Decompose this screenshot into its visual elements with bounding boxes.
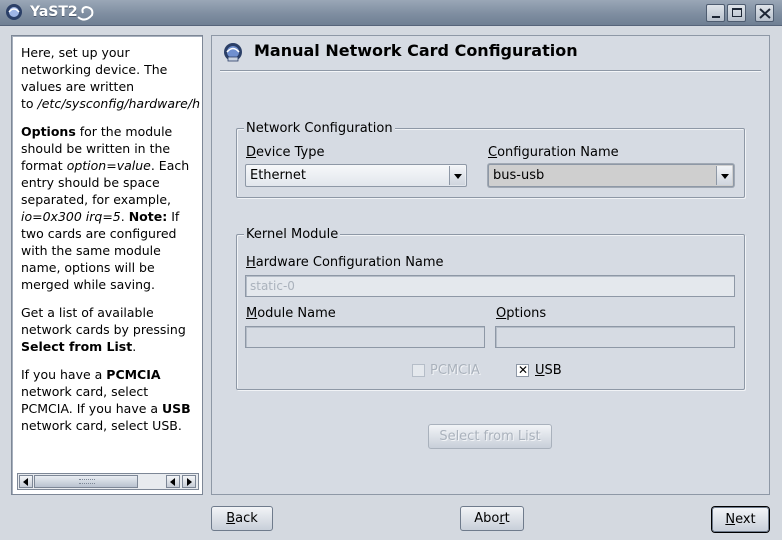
network-configuration-group xyxy=(236,128,745,198)
close-icon[interactable] xyxy=(755,4,774,22)
kernel-module-title: Kernel Module xyxy=(244,227,341,242)
module-name-label: Module Name xyxy=(246,306,336,321)
help-paragraph-select-list: Get a list of available network cards by… xyxy=(21,305,186,354)
configuration-name-label: Configuration Name xyxy=(488,145,619,160)
pcmcia-checkbox[interactable] xyxy=(412,364,425,377)
help-config-path: /etc/sysconfig/hardware/h xyxy=(37,96,201,111)
device-type-label: Device Type xyxy=(246,145,325,160)
network-configuration-title: Network Configuration xyxy=(244,121,395,136)
back-button[interactable]: Back xyxy=(211,506,273,531)
device-type-combobox[interactable]: Ethernet xyxy=(245,164,467,187)
help-panel[interactable]: Here, set up your networking device. The… xyxy=(11,35,203,495)
pcmcia-label: PCMCIA xyxy=(430,363,480,378)
select-from-list-button[interactable]: Select from List xyxy=(428,424,552,449)
scroll-left-icon[interactable] xyxy=(19,475,33,488)
next-button[interactable]: Next xyxy=(712,507,769,532)
maximize-icon[interactable] xyxy=(727,4,746,22)
usb-checkbox[interactable]: ✕ xyxy=(516,363,529,377)
window-title: YaST2 xyxy=(30,4,78,20)
help-text: Here, set up your networking device. The… xyxy=(21,44,201,469)
configuration-name-combobox[interactable]: bus-usb xyxy=(488,164,734,187)
module-name-input[interactable] xyxy=(245,326,485,348)
hardware-configuration-name-input[interactable]: static-0 xyxy=(245,275,735,297)
help-paragraph-options: Options for the module should be written… xyxy=(21,124,190,292)
abort-button[interactable]: Abort xyxy=(460,506,524,531)
swirl-icon xyxy=(77,5,94,21)
window-titlebar[interactable]: YaST2 xyxy=(0,0,782,26)
scrollbar-thumb[interactable] xyxy=(34,475,138,488)
hardware-configuration-name-label: Hardware Configuration Name xyxy=(246,255,444,270)
scroll-right-icon[interactable] xyxy=(182,475,196,488)
options-label: Options xyxy=(496,306,547,321)
help-paragraph-intro: Here, set up your networking device. The… xyxy=(21,45,201,111)
main-panel: Manual Network Card Configuration Networ… xyxy=(211,35,770,495)
options-input[interactable] xyxy=(495,326,735,348)
chevron-down-icon[interactable] xyxy=(716,166,732,185)
page-title: Manual Network Card Configuration xyxy=(254,41,578,60)
usb-label: USB xyxy=(535,363,562,378)
checkmark-icon: ✕ xyxy=(518,363,529,377)
chevron-down-icon[interactable] xyxy=(449,166,465,185)
help-horizontal-scrollbar[interactable] xyxy=(17,473,199,490)
scroll-left-icon[interactable] xyxy=(166,475,180,488)
minimize-icon[interactable] xyxy=(706,4,725,22)
help-paragraph-pcmcia-usb: If you have a PCMCIA network card, selec… xyxy=(21,367,191,433)
network-card-icon xyxy=(224,43,242,62)
title-separator xyxy=(220,70,761,72)
yast-app-icon xyxy=(6,4,22,20)
